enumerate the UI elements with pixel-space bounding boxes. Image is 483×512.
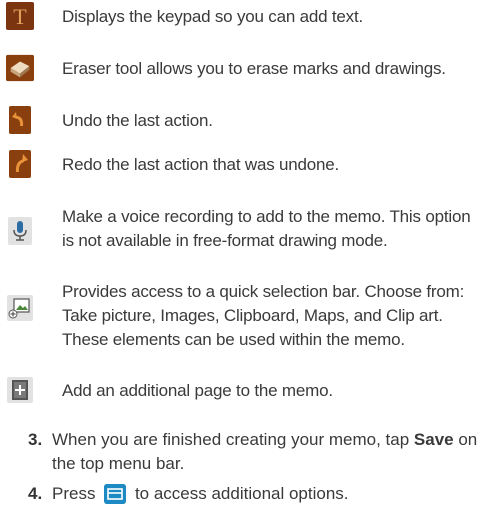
redo-icon bbox=[6, 150, 34, 178]
step-4: 4. Press to access additional options. bbox=[28, 482, 480, 508]
step-3: 3. When you are finished creating your m… bbox=[28, 428, 480, 476]
text-icon-description: Displays the keypad so you can add text. bbox=[62, 7, 364, 26]
step-4-post: to access additional options. bbox=[134, 484, 349, 503]
icon-row-eraser: Eraser tool allows you to erase marks an… bbox=[0, 54, 483, 84]
icon-row-add-page: Add an additional page to the memo. bbox=[0, 376, 483, 406]
undo-icon bbox=[6, 106, 34, 134]
icon-row-text: T Displays the keypad so you can add tex… bbox=[0, 2, 483, 32]
menu-key-icon bbox=[104, 483, 127, 504]
step-3-number: 3. bbox=[28, 430, 43, 449]
step-4-number: 4. bbox=[28, 484, 43, 503]
microphone-description-line-1: Make a voice recording to add to the mem… bbox=[62, 207, 471, 226]
svg-text:T: T bbox=[13, 4, 27, 29]
step-4-pre: Press bbox=[52, 484, 96, 503]
add-page-icon-description: Add an additional page to the memo. bbox=[62, 381, 333, 400]
save-label: Save bbox=[413, 430, 454, 449]
step-3-text: When you are finished creating your memo… bbox=[52, 428, 482, 476]
step-3-line-2: the top menu bar. bbox=[52, 454, 185, 473]
icon-row-undo: Undo the last action. bbox=[0, 106, 483, 136]
insert-description-line-3: These elements can be used within the me… bbox=[62, 330, 405, 349]
insert-description-line-1: Provides access to a quick selection bar… bbox=[62, 282, 465, 301]
step-4-text: Press to access additional options. bbox=[52, 482, 482, 506]
add-page-icon bbox=[6, 376, 34, 404]
redo-icon-description: Redo the last action that was undone. bbox=[62, 155, 340, 174]
insert-icon bbox=[6, 294, 34, 322]
microphone-icon bbox=[6, 217, 34, 245]
eraser-icon-description: Eraser tool allows you to erase marks an… bbox=[62, 59, 446, 78]
icon-row-insert: Provides access to a quick selection bar… bbox=[0, 280, 483, 356]
microphone-description-line-2: is not available in free-format drawing … bbox=[62, 231, 388, 250]
undo-icon-description: Undo the last action. bbox=[62, 111, 213, 130]
step-3-post: on bbox=[453, 430, 478, 449]
microphone-icon-description: Make a voice recording to add to the mem… bbox=[62, 205, 480, 253]
icon-row-redo: Redo the last action that was undone. bbox=[0, 150, 483, 180]
insert-icon-description: Provides access to a quick selection bar… bbox=[62, 280, 480, 352]
step-3-pre: When you are finished creating your memo… bbox=[52, 430, 414, 449]
text-icon: T bbox=[6, 2, 34, 30]
insert-description-line-2: Take picture, Images, Clipboard, Maps, a… bbox=[62, 306, 443, 325]
step-3-line-1: When you are finished creating your memo… bbox=[52, 428, 482, 452]
icon-row-voice: Make a voice recording to add to the mem… bbox=[0, 205, 483, 257]
eraser-icon bbox=[6, 54, 34, 82]
